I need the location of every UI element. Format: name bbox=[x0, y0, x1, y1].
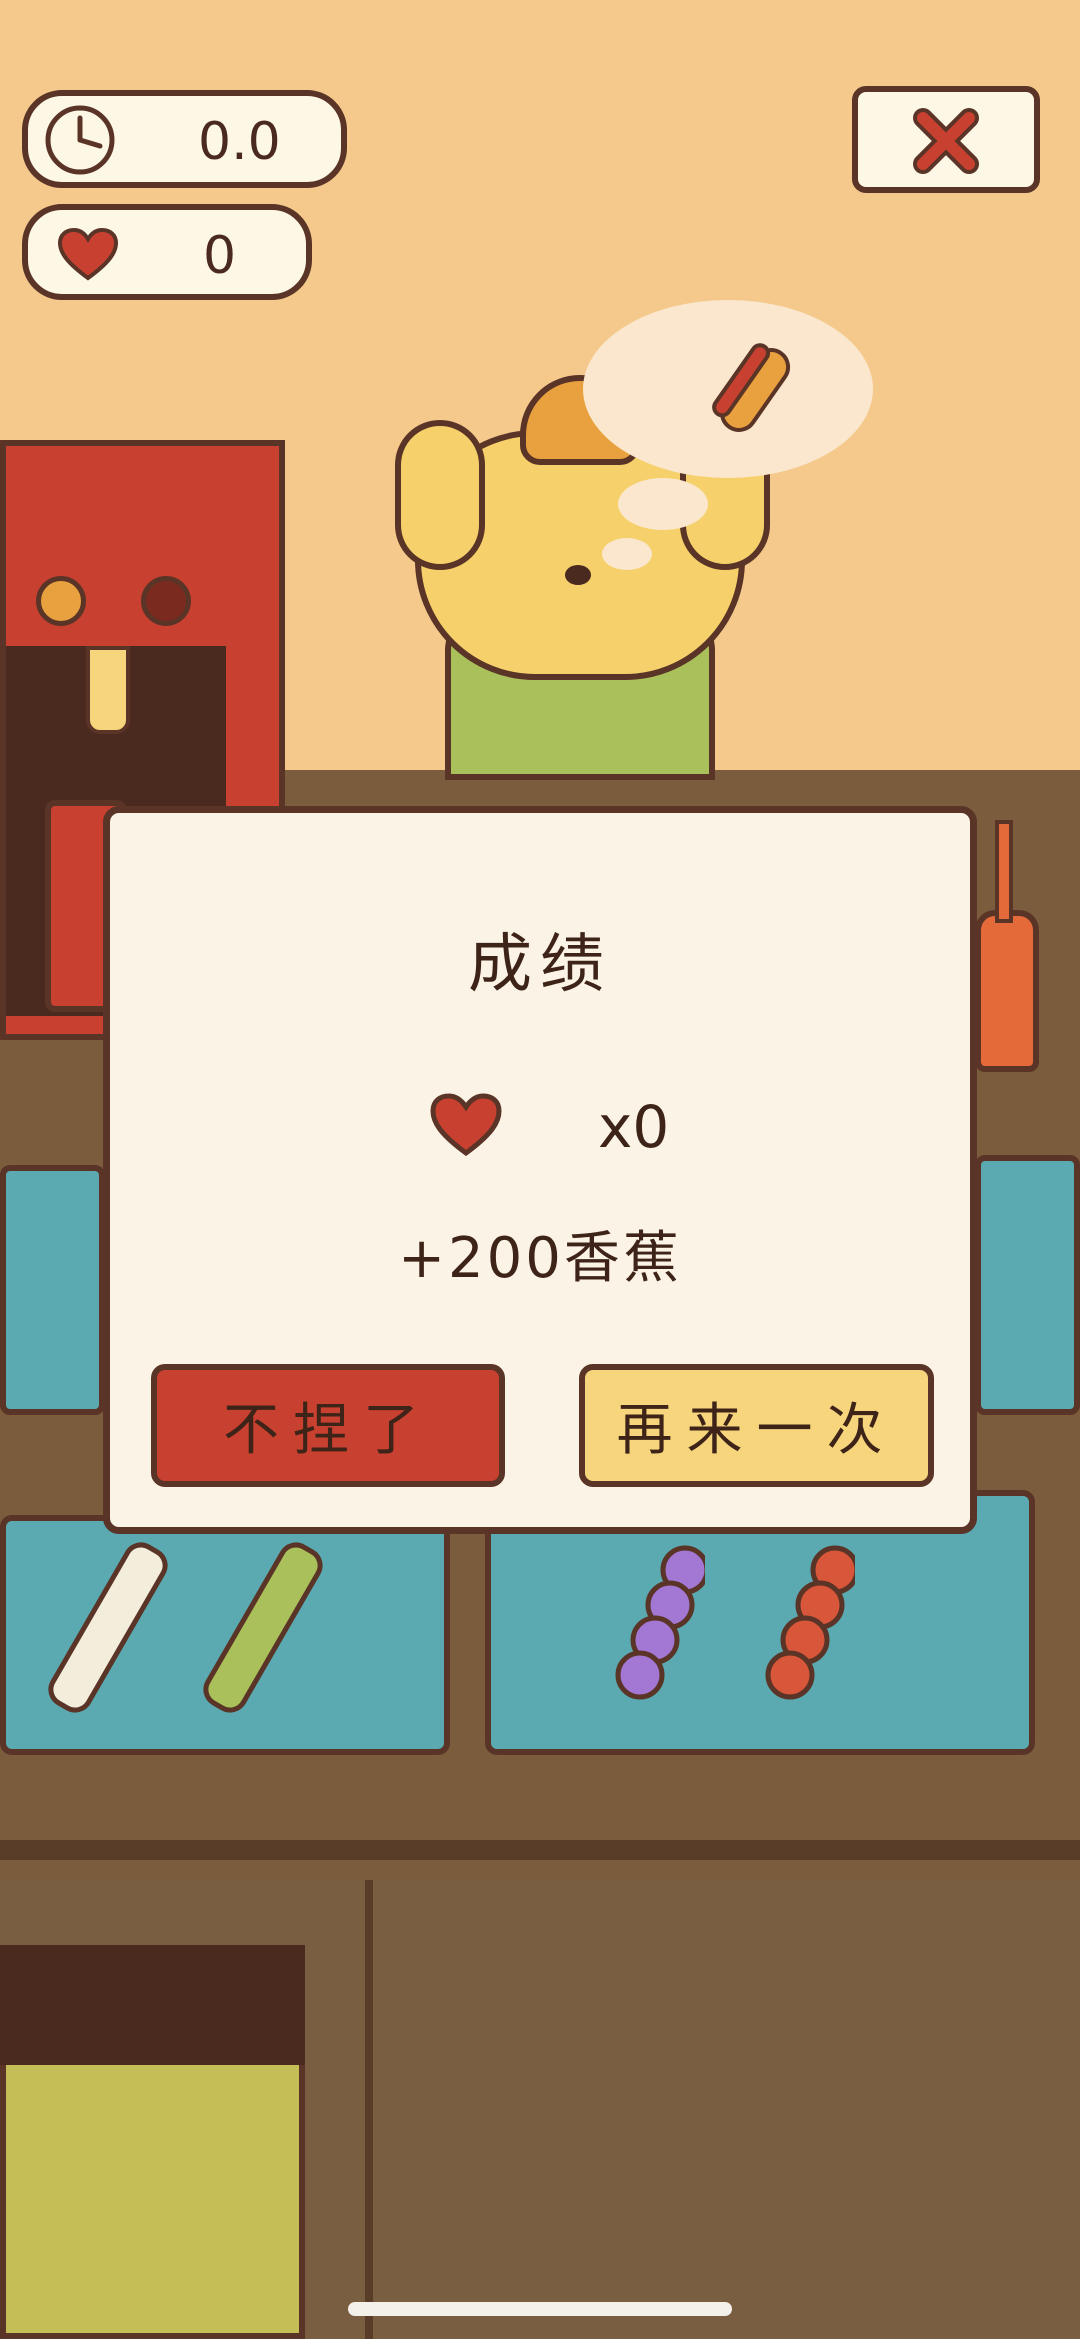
home-indicator[interactable] bbox=[348, 2302, 732, 2316]
ketchup-nozzle bbox=[995, 820, 1013, 923]
quit-button-label: 不捏了 bbox=[223, 1398, 433, 1463]
counter-edge bbox=[0, 1840, 1080, 1860]
ingredient-tray bbox=[0, 1515, 450, 1755]
hearts-display: 0 bbox=[22, 204, 312, 300]
dog-ear bbox=[395, 420, 485, 570]
machine-nozzle bbox=[86, 646, 130, 734]
ketchup-bottle bbox=[975, 910, 1039, 1072]
reward-text: +200香蕉 bbox=[398, 1226, 682, 1291]
machine-knob bbox=[141, 576, 191, 626]
tomato-skewer bbox=[765, 1545, 860, 1705]
timer-display: 0.0 bbox=[22, 90, 347, 188]
dog-nose bbox=[565, 565, 591, 585]
heart-count: x0 bbox=[598, 1093, 670, 1161]
heart-icon bbox=[56, 226, 120, 282]
order-bubble-dot bbox=[602, 538, 652, 570]
dialog-title: 成绩 bbox=[468, 928, 612, 1002]
grape-skewer bbox=[615, 1545, 710, 1705]
retry-button[interactable]: 再来一次 bbox=[579, 1364, 934, 1487]
ingredient-tray bbox=[975, 1155, 1080, 1415]
order-bubble-dot bbox=[618, 478, 708, 530]
ingredient-tray bbox=[0, 1165, 105, 1415]
results-dialog: 成绩 x0 +200香蕉 不捏了 再来一次 bbox=[103, 806, 977, 1534]
quit-button[interactable]: 不捏了 bbox=[151, 1364, 505, 1487]
clock-icon bbox=[42, 102, 118, 178]
close-x-icon bbox=[913, 108, 979, 174]
hotdog-icon bbox=[700, 335, 810, 445]
machine-knob bbox=[36, 576, 86, 626]
retry-button-label: 再来一次 bbox=[616, 1398, 897, 1463]
close-button[interactable] bbox=[852, 86, 1040, 193]
timer-value: 0.0 bbox=[198, 112, 281, 172]
heart-icon bbox=[428, 1091, 504, 1157]
hearts-value: 0 bbox=[203, 226, 237, 286]
trash-bin-opening bbox=[0, 1945, 305, 2065]
cabinet-divider bbox=[365, 1880, 373, 2339]
